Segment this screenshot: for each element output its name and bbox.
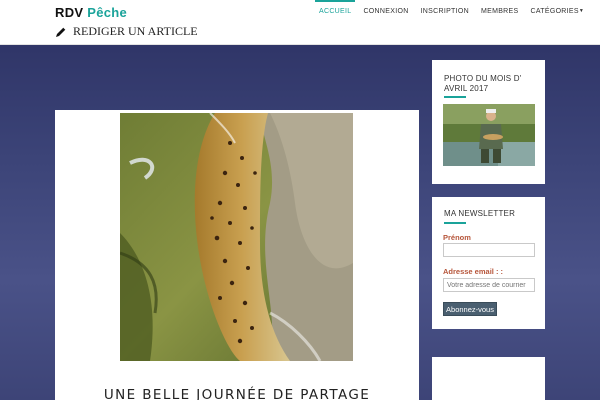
site-logo[interactable]: RDV Pêche [55,5,127,20]
nav-item-connexion[interactable]: CONNEXION [357,0,414,24]
photo-of-month-widget: PHOTO DU MOIS D' AVRIL 2017 [432,60,545,184]
pencil-icon [56,26,66,37]
photo-of-month-image[interactable] [443,104,535,166]
nav-item-accueil[interactable]: ACCUEIL [313,0,357,24]
write-article-label: REDIGER UN ARTICLE [73,24,198,38]
caret-down-icon: ▼ [578,8,585,14]
subscribe-button[interactable]: Abonnez-vous [443,302,497,316]
firstname-label: Prénom [443,233,471,242]
widget-title: MA NEWSLETTER [444,209,516,218]
nav-item-label: CATÉGORIES [530,8,579,15]
brand-name-part2: Pêche [87,5,128,20]
nav-item-membres[interactable]: MEMBRES [475,0,525,24]
brand-name-part1: RDV [55,5,84,20]
firstname-input[interactable] [443,243,535,257]
main-nav: ACCUEIL CONNEXION INSCRIPTION MEMBRES CA… [313,0,590,24]
widget-title-underline [444,96,466,98]
article-card: UNE BELLE JOURNÉE DE PARTAGE [55,110,419,400]
article-photo[interactable] [120,113,353,361]
nav-item-label: ACCUEIL [319,8,352,15]
nav-item-label: CONNEXION [363,8,409,15]
newsletter-widget: MA NEWSLETTER Prénom Adresse email : : A… [432,197,545,329]
nav-item-label: INSCRIPTION [420,8,469,15]
nav-item-inscription[interactable]: INSCRIPTION [415,0,475,24]
nav-item-label: MEMBRES [480,8,519,15]
top-bar: RDV Pêche REDIGER UN ARTICLE ACCUEIL CON… [0,0,600,45]
widget-title-underline [444,222,466,224]
trout-photo-illustration [120,113,353,361]
email-label: Adresse email : : [443,267,504,276]
email-input[interactable] [443,278,535,292]
angler-photo-illustration [443,104,535,166]
write-article-link[interactable]: REDIGER UN ARTICLE [55,24,198,39]
widget-title: PHOTO DU MOIS D' AVRIL 2017 [444,74,522,93]
nav-item-categories[interactable]: CATÉGORIES▼ [524,0,590,24]
article-title[interactable]: UNE BELLE JOURNÉE DE PARTAGE [55,387,419,400]
sidebar-widget-3 [432,357,545,400]
